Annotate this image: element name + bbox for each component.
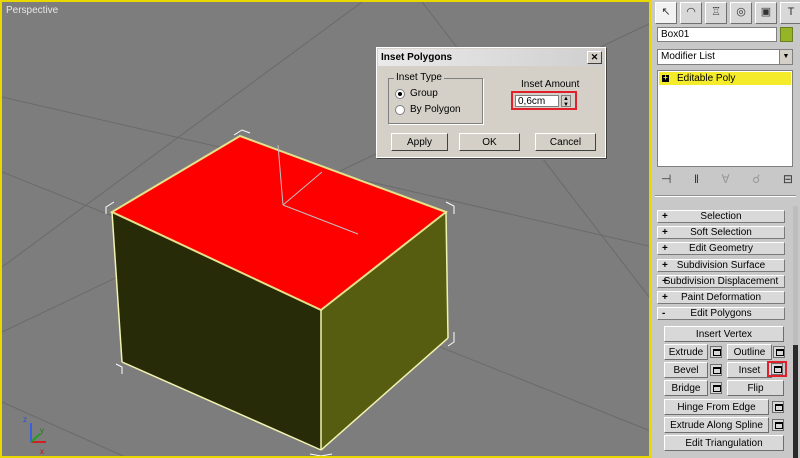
bridge-settings-icon[interactable] (710, 382, 722, 394)
edit-triangulation-button[interactable]: Edit Triangulation (664, 435, 784, 451)
outline-button[interactable]: Outline (727, 344, 772, 360)
extrude-settings-icon[interactable] (710, 346, 722, 358)
inset-type-group: Inset Type Group By Polygon (388, 72, 483, 124)
utilities-hammer-icon[interactable]: T (780, 2, 800, 24)
dialog-title: Inset Polygons (381, 52, 453, 63)
extrude-button[interactable]: Extrude (664, 344, 708, 360)
stack-item-editable-poly[interactable]: + Editable Poly (659, 72, 791, 85)
hierarchy-icon[interactable]: ♖ (705, 2, 727, 24)
axis-tripod: z x y (23, 415, 46, 456)
radio-button-icon[interactable] (395, 88, 405, 99)
rollout-edit-polygons[interactable]: - Edit Polygons (657, 307, 785, 320)
inset-button[interactable]: Inset (727, 362, 772, 378)
apply-button[interactable]: Apply (391, 133, 448, 151)
outline-settings-icon[interactable] (773, 346, 785, 358)
rollout-subdivision-surface[interactable]: + Subdivision Surface (657, 259, 785, 272)
close-icon[interactable]: ✕ (587, 51, 602, 64)
radio-group-label: Group (410, 88, 438, 99)
configure-modifier-sets-icon[interactable]: ⊟ (783, 172, 793, 188)
remove-modifier-icon[interactable]: ☌ (752, 172, 760, 188)
inset-amount-highlight: 0,6cm ▲ ▼ (511, 91, 577, 110)
command-panel: ↖ ◠ ♖ ◎ ▣ T Box01 Modifier List ▼ + Edit… (651, 0, 800, 458)
insert-vertex-button[interactable]: Insert Vertex (664, 326, 784, 342)
viewport-label[interactable]: Perspective (6, 5, 58, 16)
select-arrow-icon[interactable]: ↖ (655, 2, 677, 24)
rollout-subdivision-displacement[interactable]: + Subdivision Displacement (657, 275, 785, 288)
ok-button[interactable]: OK (459, 133, 520, 151)
object-name-field[interactable]: Box01 (657, 27, 777, 42)
rollout-selection[interactable]: + Selection (657, 210, 785, 223)
show-end-result-icon[interactable]: ‖ (694, 172, 699, 188)
extrude-along-spline-button[interactable]: Extrude Along Spline (664, 417, 769, 433)
inset-amount-label: Inset Amount (521, 79, 580, 90)
inset-type-label: Inset Type (394, 72, 444, 83)
hinge-from-edge-button[interactable]: Hinge From Edge (664, 399, 769, 415)
bevel-button[interactable]: Bevel (664, 362, 708, 378)
axis-x-label: x (40, 447, 44, 456)
object-color-swatch[interactable] (780, 27, 793, 42)
axis-z-label: z (23, 415, 27, 424)
stack-toolbar: ⊣ ‖ ∀ ☌ ⊟ (661, 172, 793, 188)
bridge-button[interactable]: Bridge (664, 380, 708, 396)
radio-button-icon[interactable] (395, 104, 405, 115)
inset-settings-icon[interactable] (771, 363, 783, 375)
stack-item-label: Editable Poly (677, 73, 736, 84)
rollout-soft-selection[interactable]: + Soft Selection (657, 226, 785, 239)
extrude-along-spline-settings-icon[interactable] (772, 419, 784, 431)
axis-y-label: y (40, 426, 44, 435)
modifier-list-label: Modifier List (661, 51, 715, 62)
rollout-paint-deformation[interactable]: + Paint Deformation (657, 291, 785, 304)
rollout-edit-geometry[interactable]: + Edit Geometry (657, 242, 785, 255)
flip-button[interactable]: Flip (727, 380, 784, 396)
modifier-stack: + Editable Poly (657, 70, 793, 167)
cancel-button[interactable]: Cancel (535, 133, 596, 151)
inset-amount-spinner[interactable]: ▲ ▼ (561, 95, 571, 108)
curve-icon[interactable]: ◠ (680, 2, 702, 24)
modifier-list-dropdown[interactable]: Modifier List ▼ (657, 49, 793, 65)
radio-by-polygon-label: By Polygon (410, 104, 461, 115)
hinge-settings-icon[interactable] (772, 401, 784, 413)
inset-amount-input[interactable]: 0,6cm (515, 95, 559, 107)
panel-scroll-thumb[interactable] (793, 345, 798, 458)
command-panel-tabs: ↖ ◠ ♖ ◎ ▣ T (655, 2, 800, 24)
make-unique-icon[interactable]: ∀ (722, 172, 730, 188)
chevron-down-icon[interactable]: ▼ (779, 50, 792, 64)
radio-group-option[interactable]: Group (395, 88, 438, 99)
dialog-titlebar[interactable]: Inset Polygons ✕ (378, 49, 604, 66)
pin-stack-icon[interactable]: ⊣ (661, 172, 671, 188)
divider (655, 195, 796, 197)
radio-by-polygon-option[interactable]: By Polygon (395, 104, 461, 115)
motion-icon[interactable]: ◎ (730, 2, 752, 24)
inset-polygons-dialog: Inset Polygons ✕ Inset Type Group By Pol… (376, 47, 606, 158)
bevel-settings-icon[interactable] (710, 364, 722, 376)
display-icon[interactable]: ▣ (755, 2, 777, 24)
expand-plus-icon[interactable]: + (662, 74, 669, 82)
